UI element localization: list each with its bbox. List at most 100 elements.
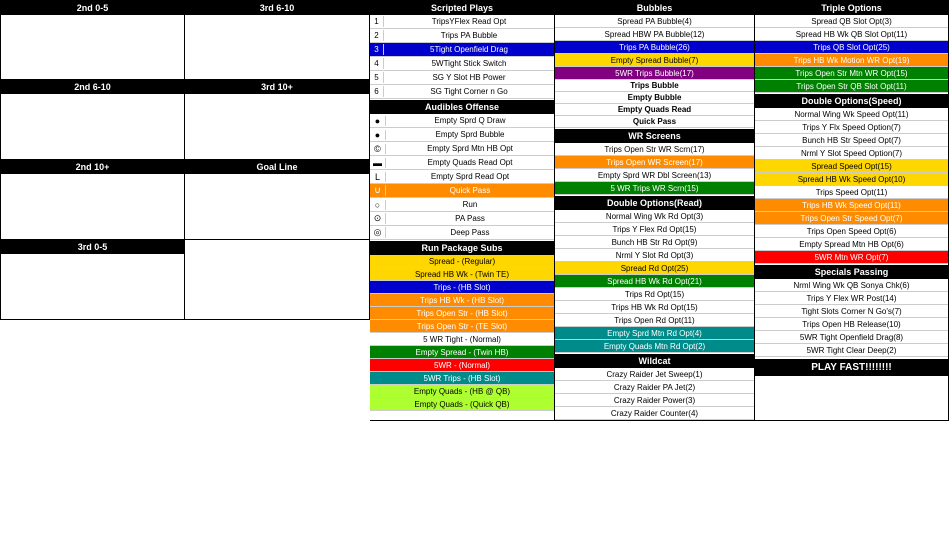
audible-row: ◎Deep Pass	[370, 226, 554, 240]
list-item: 5WR Trips - (HB Slot)	[370, 372, 554, 385]
list-item: Trips Open Str QB Slot Opt(11)	[755, 80, 948, 93]
down-cell-3rd-0-5: 3rd 0-5	[0, 240, 185, 320]
wr-screens-list: Trips Open Str WR Scrn(17)Trips Open WR …	[555, 143, 754, 195]
scripted-play-row: 1TripsYFlex Read Opt	[370, 15, 554, 29]
empty-bubble-label: Empty Bubble	[555, 92, 754, 104]
list-item: Crazy Raider Counter(4)	[555, 407, 754, 420]
list-item: Trips HB Wk Rd Opt(15)	[555, 301, 754, 314]
audible-name: Empty Sprd Q Draw	[386, 115, 554, 126]
play-fast-label: PLAY FAST!!!!!!!!	[755, 359, 948, 376]
list-item: Trips Open Str Mtn WR Opt(15)	[755, 67, 948, 80]
down-header-3rd-10plus: 3rd 10+	[185, 80, 369, 94]
specials-list: Nrml Wing Wk QB Sonya Chk(6)Trips Y Flex…	[755, 279, 948, 357]
list-item: 5WR - (Normal)	[370, 359, 554, 372]
play-name: TripsYFlex Read Opt	[384, 16, 554, 27]
down-header-2nd-0-5: 2nd 0-5	[1, 1, 184, 15]
audibles-header: Audibles Offense	[370, 100, 554, 114]
play-number: 5	[370, 72, 384, 83]
audible-row: ∪Quick Pass	[370, 184, 554, 198]
list-item: Trips - (HB Slot)	[370, 281, 554, 294]
play-name: 5Tight Openfield Drag	[384, 44, 554, 55]
audible-name: PA Pass	[386, 213, 554, 224]
scripted-plays-list: 1TripsYFlex Read Opt2Trips PA Bubble35Ti…	[370, 15, 554, 99]
trips-bubble-label: Trips Bubble	[555, 80, 754, 92]
list-item: Empty Quads - (Quick QB)	[370, 398, 554, 411]
audible-row: ○Run	[370, 198, 554, 212]
audible-row: ⊙PA Pass	[370, 212, 554, 226]
down-header-2nd-10plus: 2nd 10+	[1, 160, 184, 174]
audible-icon: L	[370, 172, 386, 182]
list-item: Trips PA Bubble(26)	[555, 41, 754, 54]
play-number: 2	[370, 30, 384, 41]
down-cell-3rd-6-10: 3rd 6-10	[185, 0, 370, 80]
audible-name: Empty Sprd Read Opt	[386, 171, 554, 182]
list-item: Spread - (Regular)	[370, 255, 554, 268]
play-number: 6	[370, 86, 384, 97]
list-item: 5WR Mtn WR Opt(7)	[755, 251, 948, 264]
down-cell-empty	[185, 240, 370, 320]
audible-icon: ©	[370, 144, 386, 154]
specials-header: Specials Passing	[755, 265, 948, 279]
list-item: Spread Rd Opt(25)	[555, 262, 754, 275]
list-item: Empty Sprd WR Dbl Screen(13)	[555, 169, 754, 182]
bubbles-list: Spread PA Bubble(4)Spread HBW PA Bubble(…	[555, 15, 754, 80]
list-item: Crazy Raider Jet Sweep(1)	[555, 368, 754, 381]
quick-pass-label: Quick Pass	[555, 116, 754, 128]
audibles-list: ●Empty Sprd Q Draw●Empty Sprd Bubble©Emp…	[370, 114, 554, 240]
list-item: Trips Y Flx Speed Option(7)	[755, 121, 948, 134]
list-item: Spread QB Slot Opt(3)	[755, 15, 948, 28]
scripted-play-row: 35Tight Openfield Drag	[370, 43, 554, 57]
list-item: 5WR Tight Clear Deep(2)	[755, 344, 948, 357]
down-header-3rd-0-5: 3rd 0-5	[1, 240, 184, 254]
double-speed-list: Normal Wing Wk Speed Opt(11)Trips Y Flx …	[755, 108, 948, 264]
audible-icon: ∪	[370, 185, 386, 196]
audible-row: ●Empty Sprd Q Draw	[370, 114, 554, 128]
list-item: Empty Spread - (Twin HB)	[370, 346, 554, 359]
audible-row: ●Empty Sprd Bubble	[370, 128, 554, 142]
list-item: Spread HB Wk - (Twin TE)	[370, 268, 554, 281]
list-item: Empty Spread Mtn HB Opt(6)	[755, 238, 948, 251]
list-item: Trips Open Str - (TE Slot)	[370, 320, 554, 333]
list-item: Spread HB Wk Rd Opt(21)	[555, 275, 754, 288]
list-item: Trips Open HB Release(10)	[755, 318, 948, 331]
list-item: Nrml Wing Wk QB Sonya Chk(6)	[755, 279, 948, 292]
down-cell-2nd-0-5: 2nd 0-5	[0, 0, 185, 80]
down-cell-2nd-10plus: 2nd 10+	[0, 160, 185, 240]
list-item: Empty Quads - (HB @ QB)	[370, 385, 554, 398]
empty-quads-read-label: Empty Quads Read	[555, 104, 754, 116]
down-header-3rd-6-10: 3rd 6-10	[185, 1, 369, 15]
list-item: Spread HB Wk QB Slot Opt(11)	[755, 28, 948, 41]
audible-name: Empty Quads Read Opt	[386, 157, 554, 168]
down-header-2nd-6-10: 2nd 6-10	[1, 80, 184, 94]
list-item: Bunch HB Str Rd Opt(9)	[555, 236, 754, 249]
scripted-plays-header: Scripted Plays	[370, 1, 554, 15]
play-number: 3	[370, 44, 384, 55]
list-item: Trips HB Wk - (HB Slot)	[370, 294, 554, 307]
list-item: Crazy Raider PA Jet(2)	[555, 381, 754, 394]
down-cell-goal-line: Goal Line	[185, 160, 370, 240]
wr-screens-header: WR Screens	[555, 129, 754, 143]
list-item: Trips Open Str Speed Opt(7)	[755, 212, 948, 225]
audible-icon: ◎	[370, 227, 386, 238]
list-item: Bunch HB Str Speed Opt(7)	[755, 134, 948, 147]
list-item: Tight Slots Corner N Go's(7)	[755, 305, 948, 318]
list-item: 5 WR Tight - (Normal)	[370, 333, 554, 346]
list-item: Trips HB Wk Motion WR Opt(19)	[755, 54, 948, 67]
list-item: Nrml Y Slot Rd Opt(3)	[555, 249, 754, 262]
down-cell-3rd-10plus: 3rd 10+	[185, 80, 370, 160]
list-item: Spread HB Wk Speed Opt(10)	[755, 173, 948, 186]
list-item: Trips Open Rd Opt(11)	[555, 314, 754, 327]
list-item: Trips Open Str WR Scrn(17)	[555, 143, 754, 156]
list-item: Nrml Y Slot Speed Option(7)	[755, 147, 948, 160]
list-item: Spread HBW PA Bubble(12)	[555, 28, 754, 41]
list-item: Trips Open Speed Opt(6)	[755, 225, 948, 238]
audible-row: ▬Empty Quads Read Opt	[370, 156, 554, 170]
audible-icon: ●	[370, 116, 386, 126]
list-item: 5 WR Trips WR Scrn(15)	[555, 182, 754, 195]
list-item: Normal Wing Wk Speed Opt(11)	[755, 108, 948, 121]
audible-icon: ▬	[370, 158, 386, 168]
list-item: Trips Open WR Screen(17)	[555, 156, 754, 169]
list-item: Spread Speed Opt(15)	[755, 160, 948, 173]
scripted-play-row: 5SG Y Slot HB Power	[370, 71, 554, 85]
list-item: Trips QB Slot Opt(25)	[755, 41, 948, 54]
